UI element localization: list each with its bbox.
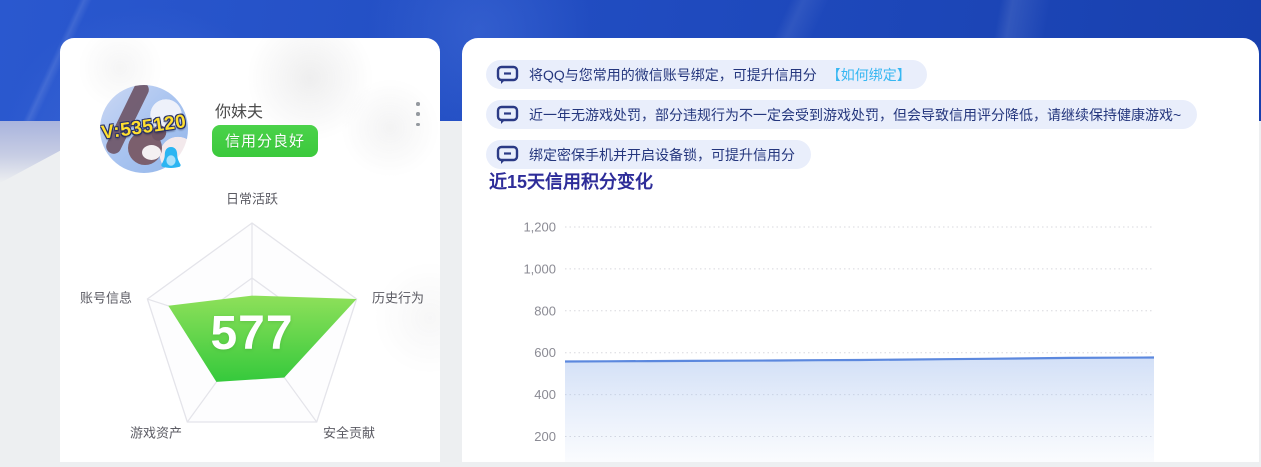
credit-status-badge: 信用分良好	[212, 125, 318, 157]
radar-axis-label: 账号信息	[80, 288, 132, 307]
radar-axis-label: 游戏资产	[130, 423, 182, 442]
y-axis-tick-label: 600	[534, 345, 556, 360]
chat-bubble-icon	[496, 65, 519, 85]
trend-area-fill	[565, 358, 1154, 463]
background-wedge-decoration	[0, 121, 60, 183]
notice-message-list: 将QQ与您常用的微信账号绑定，可提升信用分 【如何绑定】近一年无游戏处罚，部分违…	[486, 60, 1241, 174]
message-text: 近一年无游戏处罚，部分违规行为不一定会受到游戏处罚，但会导致信用评分降低，请继续…	[529, 105, 1181, 125]
y-axis-tick-label: 400	[534, 387, 556, 402]
chat-bubble-icon	[496, 145, 519, 165]
y-axis-tick-label: 800	[534, 303, 556, 318]
qq-penguin-icon	[160, 146, 182, 170]
radar-axis-label: 历史行为	[372, 288, 424, 307]
username: 你妹夫	[215, 98, 263, 122]
profile-card: V:535120 你妹夫 信用分良好 日常活跃历史行为安全贡献游戏资产账号信息 …	[60, 38, 440, 462]
message-text: 将QQ与您常用的微信账号绑定，可提升信用分	[529, 65, 817, 85]
message-pill: 近一年无游戏处罚，部分违规行为不一定会受到游戏处罚，但会导致信用评分降低，请继续…	[486, 100, 1197, 129]
message-pill: 绑定密保手机并开启设备锁，可提升信用分	[486, 140, 811, 169]
y-axis-tick-label: 1,200	[523, 220, 556, 235]
kebab-menu-icon[interactable]	[410, 100, 426, 128]
message-pill: 将QQ与您常用的微信账号绑定，可提升信用分 【如何绑定】	[486, 60, 927, 89]
chat-bubble-icon	[496, 105, 519, 125]
main-panel: 将QQ与您常用的微信账号绑定，可提升信用分 【如何绑定】近一年无游戏处罚，部分违…	[462, 38, 1259, 462]
radar-axis-label: 日常活跃	[226, 189, 278, 208]
avatar-art	[142, 145, 161, 160]
credit-score-value: 577	[60, 306, 444, 361]
message-text: 绑定密保手机并开启设备锁，可提升信用分	[529, 145, 795, 165]
credit-radar-chart: 日常活跃历史行为安全贡献游戏资产账号信息 577	[60, 188, 440, 462]
y-axis-tick-label: 200	[534, 429, 556, 444]
trend-chart-svg: 1,200 1,000 800 600 400 200	[462, 188, 1259, 462]
y-axis-tick-label: 1,000	[523, 261, 556, 276]
credit-trend-chart: 1,200 1,000 800 600 400 200	[462, 188, 1259, 462]
how-to-bind-link[interactable]: 【如何绑定】	[827, 65, 911, 85]
radar-axis-label: 安全贡献	[323, 423, 375, 442]
